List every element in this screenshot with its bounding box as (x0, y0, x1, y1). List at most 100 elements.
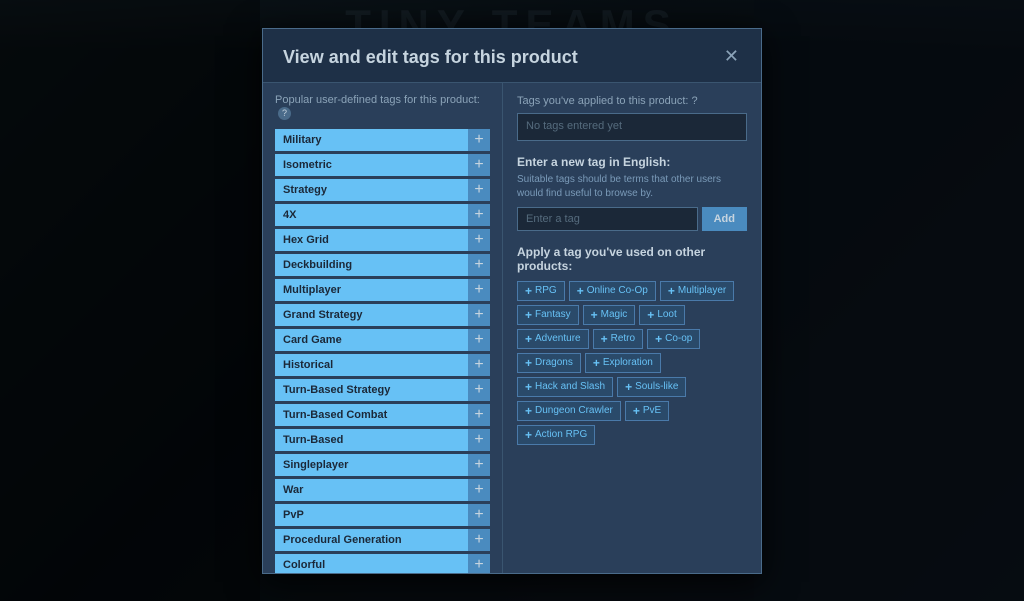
chip-label: Co-op (665, 333, 692, 344)
chip[interactable]: +Loot (639, 305, 684, 325)
chip[interactable]: +Hack and Slash (517, 377, 613, 397)
tag-add-button[interactable]: + (468, 479, 490, 501)
tag-button[interactable]: Isometric (275, 154, 468, 176)
tag-button[interactable]: Strategy (275, 179, 468, 201)
chip-plus-icon: + (601, 333, 608, 345)
tag-button[interactable]: Multiplayer (275, 279, 468, 301)
tag-button[interactable]: Procedural Generation (275, 529, 468, 551)
chip-plus-icon: + (525, 333, 532, 345)
tag-row: Grand Strategy+ (275, 304, 490, 326)
new-tag-heading: Enter a new tag in English: (517, 155, 747, 169)
tag-button[interactable]: War (275, 479, 468, 501)
tag-add-button[interactable]: + (468, 504, 490, 526)
chip-plus-icon: + (668, 285, 675, 297)
right-panel: Tags you've applied to this product: ? N… (503, 83, 761, 573)
chip[interactable]: +Magic (583, 305, 636, 325)
tag-add-button[interactable]: + (468, 379, 490, 401)
tag-add-button[interactable]: + (468, 229, 490, 251)
tag-button[interactable]: Historical (275, 354, 468, 376)
tag-add-button[interactable]: + (468, 279, 490, 301)
chip[interactable]: +Dungeon Crawler (517, 401, 621, 421)
chip-label: RPG (535, 285, 557, 296)
chip[interactable]: +Fantasy (517, 305, 579, 325)
tag-row: Strategy+ (275, 179, 490, 201)
tag-add-button[interactable]: + (468, 554, 490, 572)
modal-header: View and edit tags for this product ✕ (263, 29, 761, 83)
chip-label: Adventure (535, 333, 581, 344)
chip-plus-icon: + (525, 357, 532, 369)
chip[interactable]: +Souls-like (617, 377, 686, 397)
tag-add-button[interactable]: + (468, 179, 490, 201)
chip-plus-icon: + (647, 309, 654, 321)
tag-button[interactable]: Turn-Based (275, 429, 468, 451)
tag-button[interactable]: Grand Strategy (275, 304, 468, 326)
tag-list: Military+Isometric+Strategy+4X+Hex Grid+… (275, 129, 490, 572)
chip[interactable]: +Retro (593, 329, 643, 349)
apply-section-label: Apply a tag you've used on other product… (517, 245, 747, 273)
tag-row: Singleplayer+ (275, 454, 490, 476)
chip[interactable]: +Dragons (517, 353, 581, 373)
chip-label: Exploration (603, 357, 653, 368)
tag-add-button[interactable]: + (468, 129, 490, 151)
chip[interactable]: +Exploration (585, 353, 661, 373)
chip-label: Magic (601, 309, 628, 320)
new-tag-input[interactable] (517, 207, 698, 231)
tag-row: War+ (275, 479, 490, 501)
tag-row: Multiplayer+ (275, 279, 490, 301)
tag-add-button[interactable]: + (468, 154, 490, 176)
tag-add-button[interactable]: + (468, 429, 490, 451)
modal-body: Popular user-defined tags for this produ… (263, 83, 761, 573)
modal-dialog: View and edit tags for this product ✕ Po… (262, 28, 762, 574)
tag-row: Turn-Based+ (275, 429, 490, 451)
chip-plus-icon: + (625, 381, 632, 393)
tag-add-button[interactable]: + (468, 529, 490, 551)
applied-tags-label: Tags you've applied to this product: ? (517, 95, 747, 107)
chip-label: PvE (643, 405, 661, 416)
tag-button[interactable]: Military (275, 129, 468, 151)
close-button[interactable]: ✕ (722, 47, 741, 65)
chip-label: Multiplayer (678, 285, 726, 296)
chip[interactable]: +Multiplayer (660, 281, 734, 301)
tag-add-button[interactable]: + (468, 454, 490, 476)
tag-add-button[interactable]: + (468, 329, 490, 351)
tag-add-button[interactable]: + (468, 204, 490, 226)
tag-button[interactable]: 4X (275, 204, 468, 226)
tag-add-button[interactable]: + (468, 254, 490, 276)
add-tag-button[interactable]: Add (702, 207, 747, 231)
chip[interactable]: +Co-op (647, 329, 700, 349)
tag-button[interactable]: Deckbuilding (275, 254, 468, 276)
tag-button[interactable]: Turn-Based Strategy (275, 379, 468, 401)
tag-row: Historical+ (275, 354, 490, 376)
chip-label: Dragons (535, 357, 573, 368)
applied-tags-box: No tags entered yet (517, 113, 747, 141)
tag-button[interactable]: PvP (275, 504, 468, 526)
popular-tags-help-icon[interactable]: ? (278, 107, 291, 120)
chip[interactable]: +RPG (517, 281, 565, 301)
tag-button[interactable]: Colorful (275, 554, 468, 572)
tag-add-button[interactable]: + (468, 354, 490, 376)
tag-add-button[interactable]: + (468, 304, 490, 326)
modal-backdrop: View and edit tags for this product ✕ Po… (0, 0, 1024, 601)
tag-button[interactable]: Singleplayer (275, 454, 468, 476)
new-tag-hint: Suitable tags should be terms that other… (517, 173, 747, 201)
chip-label: Loot (657, 309, 676, 320)
tag-row: Isometric+ (275, 154, 490, 176)
chip[interactable]: +PvE (625, 401, 669, 421)
chip-label: Online Co-Op (587, 285, 648, 296)
chip[interactable]: +Action RPG (517, 425, 595, 445)
chip[interactable]: +Adventure (517, 329, 589, 349)
chip-plus-icon: + (655, 333, 662, 345)
chip-plus-icon: + (525, 381, 532, 393)
chip-plus-icon: + (525, 285, 532, 297)
left-panel: Popular user-defined tags for this produ… (263, 83, 503, 573)
applied-tags-help-icon[interactable]: ? (692, 95, 698, 107)
tag-row: Procedural Generation+ (275, 529, 490, 551)
chip-list: +RPG+Online Co-Op+Multiplayer+Fantasy+Ma… (517, 281, 747, 445)
tag-add-button[interactable]: + (468, 404, 490, 426)
chip-label: Hack and Slash (535, 381, 605, 392)
chip[interactable]: +Online Co-Op (569, 281, 656, 301)
tag-row: 4X+ (275, 204, 490, 226)
tag-button[interactable]: Card Game (275, 329, 468, 351)
tag-button[interactable]: Hex Grid (275, 229, 468, 251)
tag-button[interactable]: Turn-Based Combat (275, 404, 468, 426)
